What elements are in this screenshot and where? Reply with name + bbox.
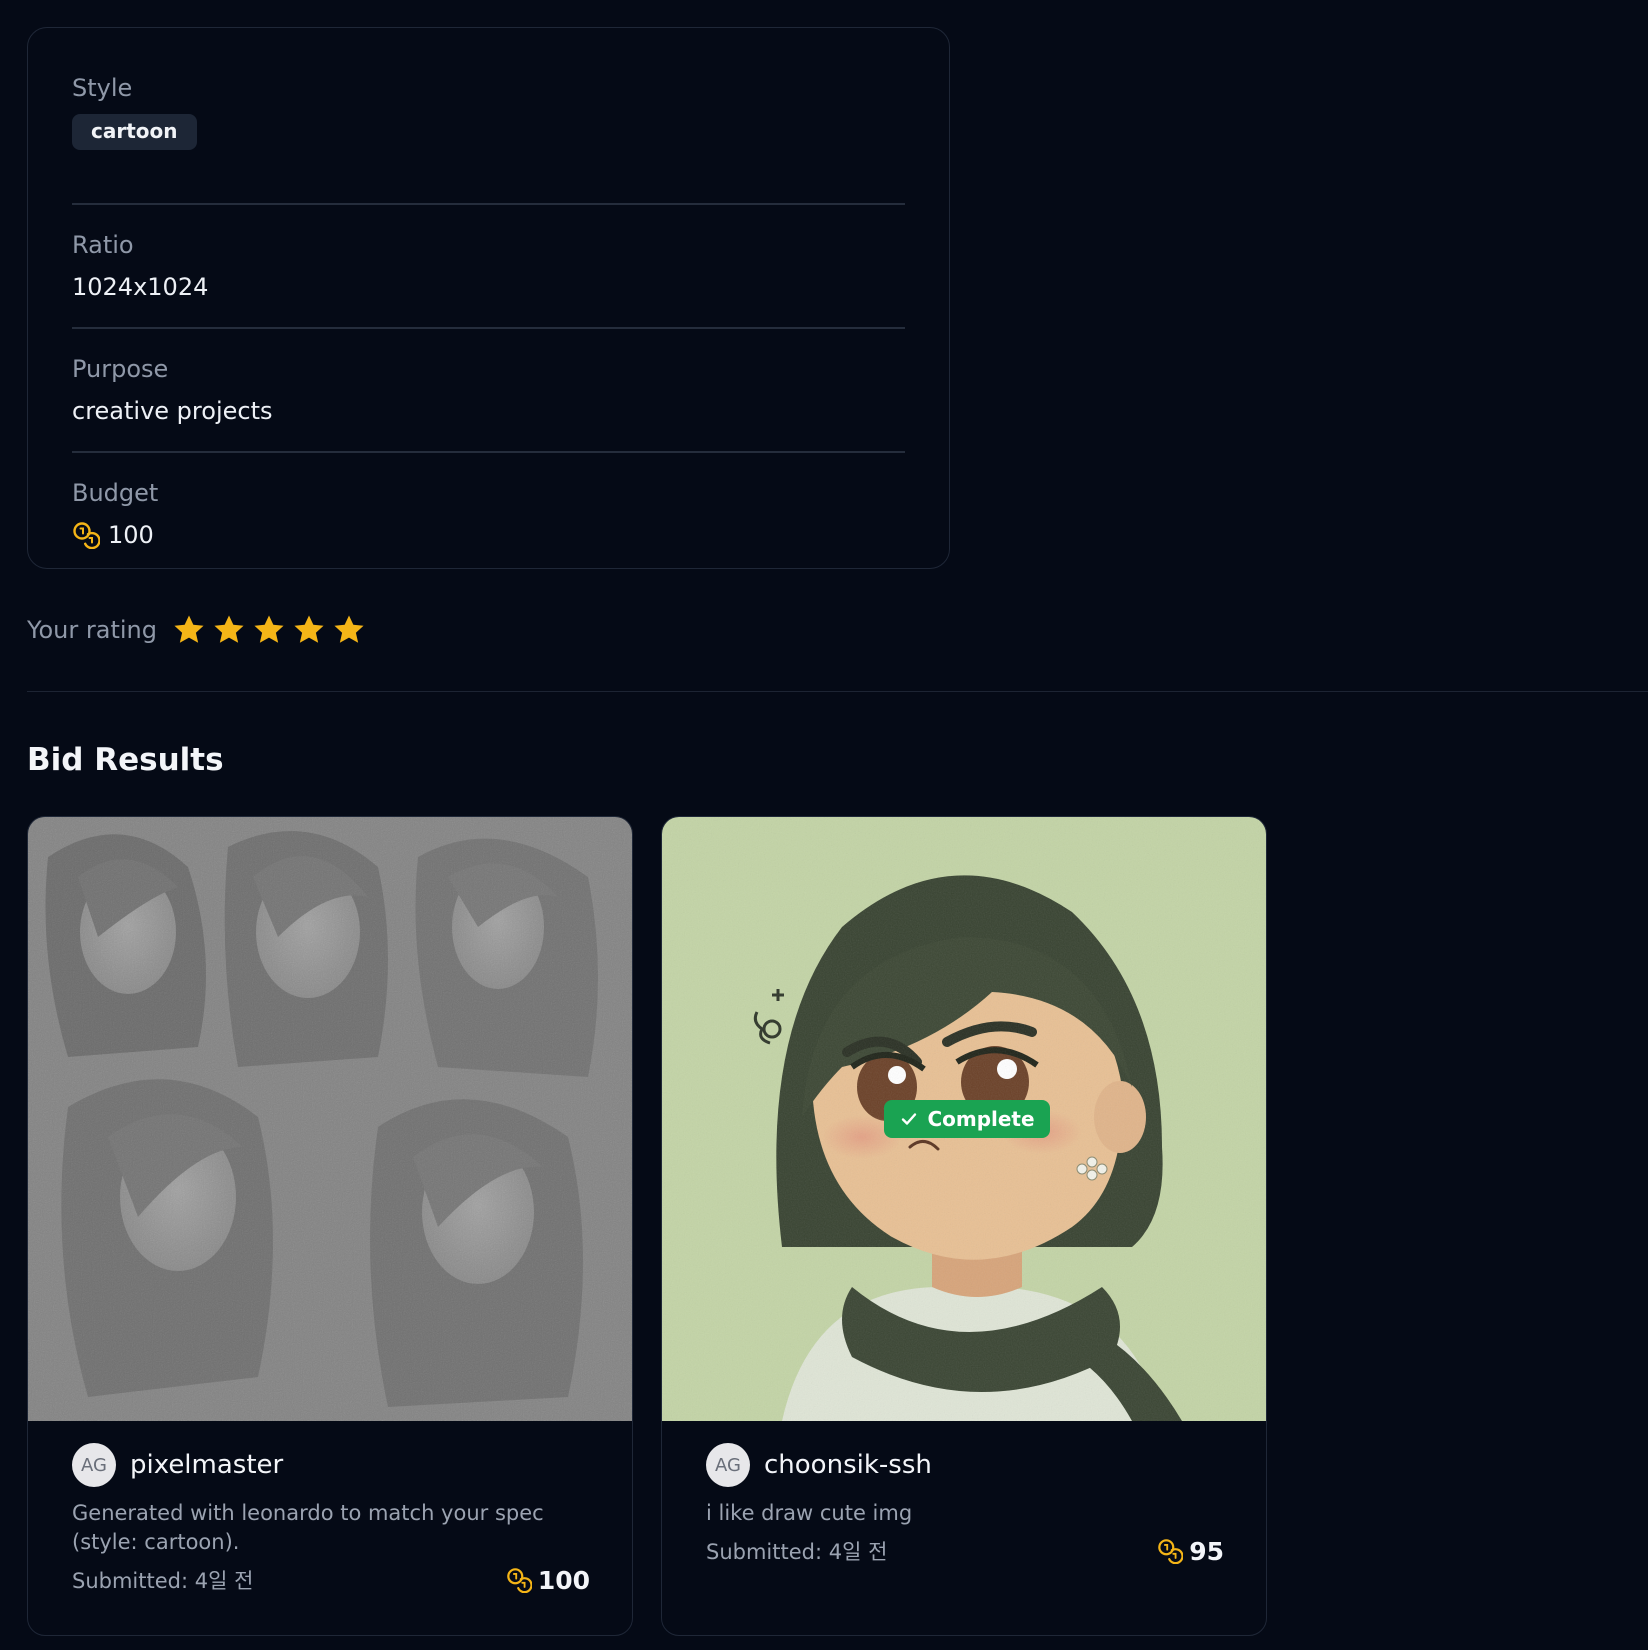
bid-image[interactable] — [28, 817, 632, 1421]
star-icon-3[interactable] — [251, 612, 287, 648]
rating-label: Your rating — [27, 616, 157, 644]
coin-icon — [507, 1568, 532, 1593]
bidder[interactable]: AG pixelmaster — [72, 1443, 588, 1487]
bid-description: Generated with leonardo to match your sp… — [72, 1501, 544, 1554]
spec-budget-row: Budget 100 — [72, 451, 905, 569]
spec-ratio-value: 1024x1024 — [72, 273, 209, 301]
bidder-name[interactable]: choonsik-ssh — [764, 1450, 932, 1480]
spec-budget-value: 100 — [72, 519, 905, 551]
bid-card[interactable]: Complete AG choonsik-ssh i like draw cut… — [661, 816, 1267, 1636]
bid-amount-value: 100 — [537, 1565, 590, 1595]
check-icon — [902, 1113, 917, 1125]
star-icon-2[interactable] — [211, 612, 247, 648]
star-icon-5[interactable] — [331, 612, 367, 648]
spec-budget-label: Budget — [72, 479, 159, 507]
complete-label: Complete — [927, 1107, 1035, 1131]
bid-info: AG pixelmaster Generated with leonardo t… — [28, 1421, 632, 1595]
bid-amount: 95 — [1157, 1537, 1224, 1566]
your-rating: Your rating — [27, 610, 371, 650]
coin-icon — [73, 522, 100, 549]
submitted-time: Submitted: 4일 전 — [72, 1569, 254, 1593]
section-divider — [27, 691, 1648, 692]
spec-purpose-value: creative projects — [72, 397, 273, 425]
complete-badge: Complete — [884, 1100, 1050, 1138]
spec-ratio-label: Ratio — [72, 231, 134, 259]
spec-purpose-label: Purpose — [72, 355, 169, 383]
avatar[interactable]: AG — [72, 1443, 116, 1487]
bid-amount-value: 95 — [1189, 1536, 1224, 1566]
spec-purpose-row: Purpose creative projects — [72, 327, 905, 451]
spec-style-label: Style — [72, 74, 133, 102]
star-icon-1[interactable] — [171, 612, 207, 648]
spec-style-row: Style cartoon — [72, 72, 905, 203]
coin-icon — [1158, 1539, 1184, 1564]
bid-card[interactable]: AG pixelmaster Generated with leonardo t… — [27, 816, 633, 1636]
bidder[interactable]: AG choonsik-ssh — [706, 1443, 1222, 1487]
budget-amount: 100 — [108, 521, 154, 549]
star-icon-4[interactable] — [291, 612, 327, 648]
bidder-name[interactable]: pixelmaster — [130, 1450, 283, 1480]
bid-info: AG choonsik-ssh i like draw cute img Sub… — [662, 1421, 1266, 1566]
bid-footer: Submitted: 4일 전 100 — [72, 1565, 590, 1595]
spec-ratio-row: Ratio 1024x1024 — [72, 203, 905, 327]
request-spec-card: Style cartoon Ratio 1024x1024 Purpose cr… — [27, 27, 950, 569]
bid-footer: Submitted: 4일 전 95 — [706, 1536, 1224, 1566]
bid-description: i like draw cute img — [706, 1501, 913, 1525]
submitted-time: Submitted: 4일 전 — [706, 1540, 888, 1564]
avatar[interactable]: AG — [706, 1443, 750, 1487]
bid-results-title: Bid Results — [27, 742, 224, 778]
bid-amount: 100 — [506, 1566, 590, 1595]
style-chip: cartoon — [72, 114, 197, 150]
